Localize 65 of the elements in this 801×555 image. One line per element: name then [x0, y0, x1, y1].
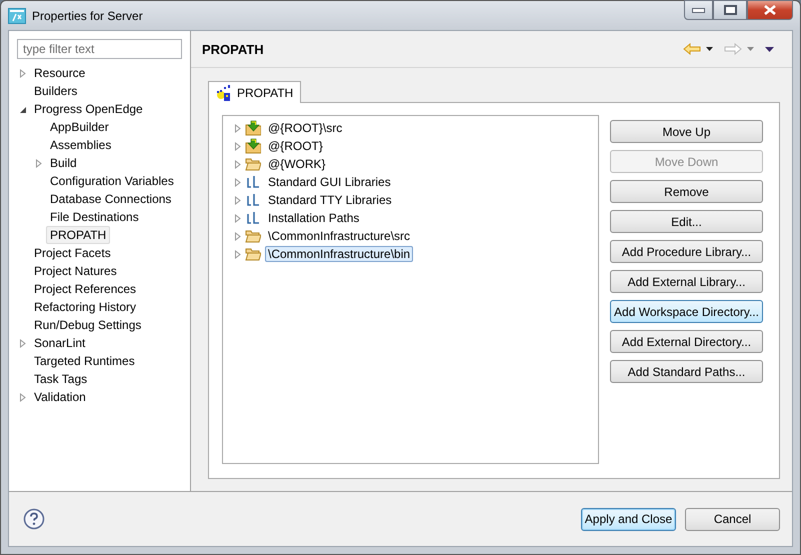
- page-title: PROPATH: [202, 42, 264, 56]
- library-icon: [245, 192, 261, 208]
- sidebar-item[interactable]: SonarLint: [30, 334, 90, 352]
- collapsed-arrow-icon[interactable]: [18, 392, 27, 402]
- window-title: Properties for Server: [32, 8, 143, 22]
- sidebar-item[interactable]: Refactoring History: [30, 298, 140, 316]
- sidebar-item[interactable]: Validation: [30, 388, 90, 406]
- collapsed-arrow-icon[interactable]: [18, 68, 27, 78]
- folder-download-icon: [245, 138, 261, 154]
- close-icon: [763, 5, 777, 15]
- sidebar-item[interactable]: AppBuilder: [46, 118, 113, 136]
- action-button[interactable]: Add External Directory...: [610, 330, 763, 353]
- maximize-button[interactable]: [713, 0, 747, 20]
- list-item[interactable]: @{WORK}: [265, 156, 329, 172]
- action-button[interactable]: Remove: [610, 180, 763, 203]
- sidebar-item[interactable]: Resource: [30, 64, 90, 82]
- collapsed-arrow-icon[interactable]: [18, 338, 27, 348]
- sidebar-item[interactable]: Project Facets: [30, 244, 115, 262]
- sidebar-item[interactable]: PROPATH: [46, 226, 110, 244]
- sidebar-item[interactable]: Configuration Variables: [46, 172, 178, 190]
- list-item[interactable]: \CommonInfrastructure\bin: [265, 246, 414, 262]
- sidebar-item[interactable]: Build: [46, 154, 81, 172]
- view-menu-icon[interactable]: [765, 46, 774, 52]
- sidebar-item[interactable]: Targeted Runtimes: [30, 352, 139, 370]
- action-button[interactable]: Add External Library...: [610, 270, 763, 293]
- action-button[interactable]: Add Procedure Library...: [610, 240, 763, 263]
- sidebar-item[interactable]: Project References: [30, 280, 140, 298]
- sidebar-item[interactable]: Builders: [30, 82, 82, 100]
- list-item[interactable]: \CommonInfrastructure\src: [265, 228, 414, 244]
- folder-icon: [245, 246, 261, 262]
- list-item[interactable]: Standard TTY Libraries: [265, 192, 395, 208]
- expanded-arrow-icon[interactable]: [18, 104, 27, 114]
- dropdown-icon[interactable]: [706, 47, 713, 51]
- tab[interactable]: PROPATH: [208, 81, 302, 103]
- action-button[interactable]: Edit...: [610, 210, 763, 233]
- list-item[interactable]: Installation Paths: [265, 210, 362, 226]
- list-item[interactable]: @{ROOT}: [265, 138, 326, 154]
- action-button[interactable]: Move Up: [610, 120, 763, 143]
- close-button[interactable]: [747, 0, 793, 20]
- sidebar-item[interactable]: Progress OpenEdge: [30, 100, 147, 118]
- sidebar-item[interactable]: Database Connections: [46, 190, 176, 208]
- folder-icon: [245, 228, 261, 244]
- back-arrow-icon[interactable]: [683, 43, 701, 55]
- action-button[interactable]: Add Workspace Directory...: [610, 300, 763, 323]
- list-item[interactable]: Standard GUI Libraries: [265, 174, 394, 190]
- collapsed-arrow-icon[interactable]: [34, 158, 43, 168]
- sidebar-item[interactable]: Project Natures: [30, 262, 121, 280]
- dialog-button[interactable]: Apply and Close: [581, 508, 676, 530]
- help-icon[interactable]: [23, 508, 45, 530]
- minimize-button[interactable]: [684, 0, 713, 20]
- library-icon: [245, 210, 261, 226]
- forward-arrow-icon[interactable]: [724, 43, 742, 55]
- sidebar-item[interactable]: Assemblies: [46, 136, 116, 154]
- propath-icon: [216, 84, 232, 100]
- sidebar-item[interactable]: Run/Debug Settings: [30, 316, 146, 334]
- window-icon: [8, 8, 26, 24]
- library-icon: [245, 174, 261, 190]
- filter-field[interactable]: type filter text: [17, 39, 182, 59]
- sidebar-item[interactable]: Task Tags: [30, 370, 92, 388]
- list-item[interactable]: @{ROOT}\src: [265, 120, 346, 136]
- action-button[interactable]: Add Standard Paths...: [610, 360, 763, 383]
- sidebar-item[interactable]: File Destinations: [46, 208, 143, 226]
- dialog-button[interactable]: Cancel: [685, 508, 780, 530]
- folder-icon: [245, 156, 261, 172]
- folder-download-icon: [245, 120, 261, 136]
